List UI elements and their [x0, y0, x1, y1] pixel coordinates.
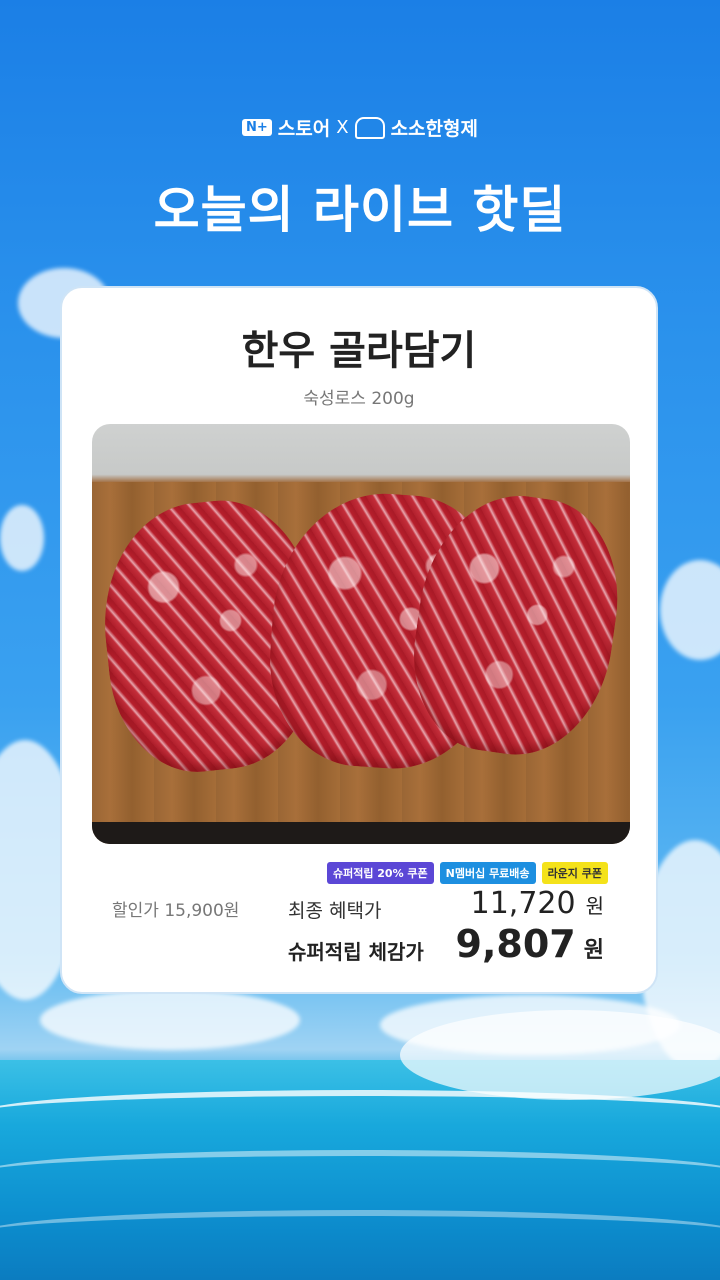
- product-title: 한우 골라담기: [241, 328, 477, 374]
- badge-lounge-coupon: 라운지 쿠폰: [541, 862, 608, 884]
- super-savings-value: 9,807: [455, 922, 576, 966]
- super-savings-label: 슈퍼적립 체감가: [288, 940, 424, 964]
- cloud-decoration: [660, 560, 720, 660]
- product-card[interactable]: 한우 골라담기 숙성로스 200g 슈퍼적립 20% 쿠폰 N멤버십 무료배송 …: [60, 286, 658, 994]
- wave-foam: [400, 1010, 720, 1100]
- naver-plus-logo: N+: [242, 119, 272, 136]
- store-name: 스토어: [277, 118, 331, 140]
- final-price-value: 11,720: [470, 886, 576, 921]
- cloud-decoration: [0, 505, 44, 571]
- cloud-decoration: [40, 990, 300, 1050]
- badge-membership-free-shipping: N멤버십 무료배송: [439, 862, 536, 884]
- wave-band: [0, 1090, 720, 1136]
- brand-row: N+ 스토어 X 소소한형제: [0, 114, 720, 141]
- final-price: 11,720 원: [471, 886, 604, 921]
- product-subtitle: 숙성로스 200g: [303, 389, 415, 409]
- discount-price: 할인가 15,900원: [112, 901, 240, 921]
- board-edge: [92, 822, 630, 844]
- currency-unit: 원: [585, 894, 604, 918]
- benefit-badges: 슈퍼적립 20% 쿠폰 N멤버십 무료배송 라운지 쿠폰: [326, 862, 608, 884]
- page-headline: 오늘의 라이브 핫딜: [153, 181, 567, 239]
- wave-band: [0, 1150, 720, 1196]
- partner-name: 소소한형제: [390, 118, 478, 140]
- product-image[interactable]: [92, 424, 630, 844]
- collab-separator: X: [336, 117, 349, 138]
- badge-super-savings-coupon: 슈퍼적립 20% 쿠폰: [326, 862, 434, 884]
- partner-logo-icon: [354, 116, 385, 139]
- wave-band: [0, 1210, 720, 1256]
- final-price-label: 최종 혜택가: [288, 900, 382, 922]
- currency-unit: 원: [583, 938, 604, 963]
- super-savings-price: 9,807 원: [456, 922, 604, 966]
